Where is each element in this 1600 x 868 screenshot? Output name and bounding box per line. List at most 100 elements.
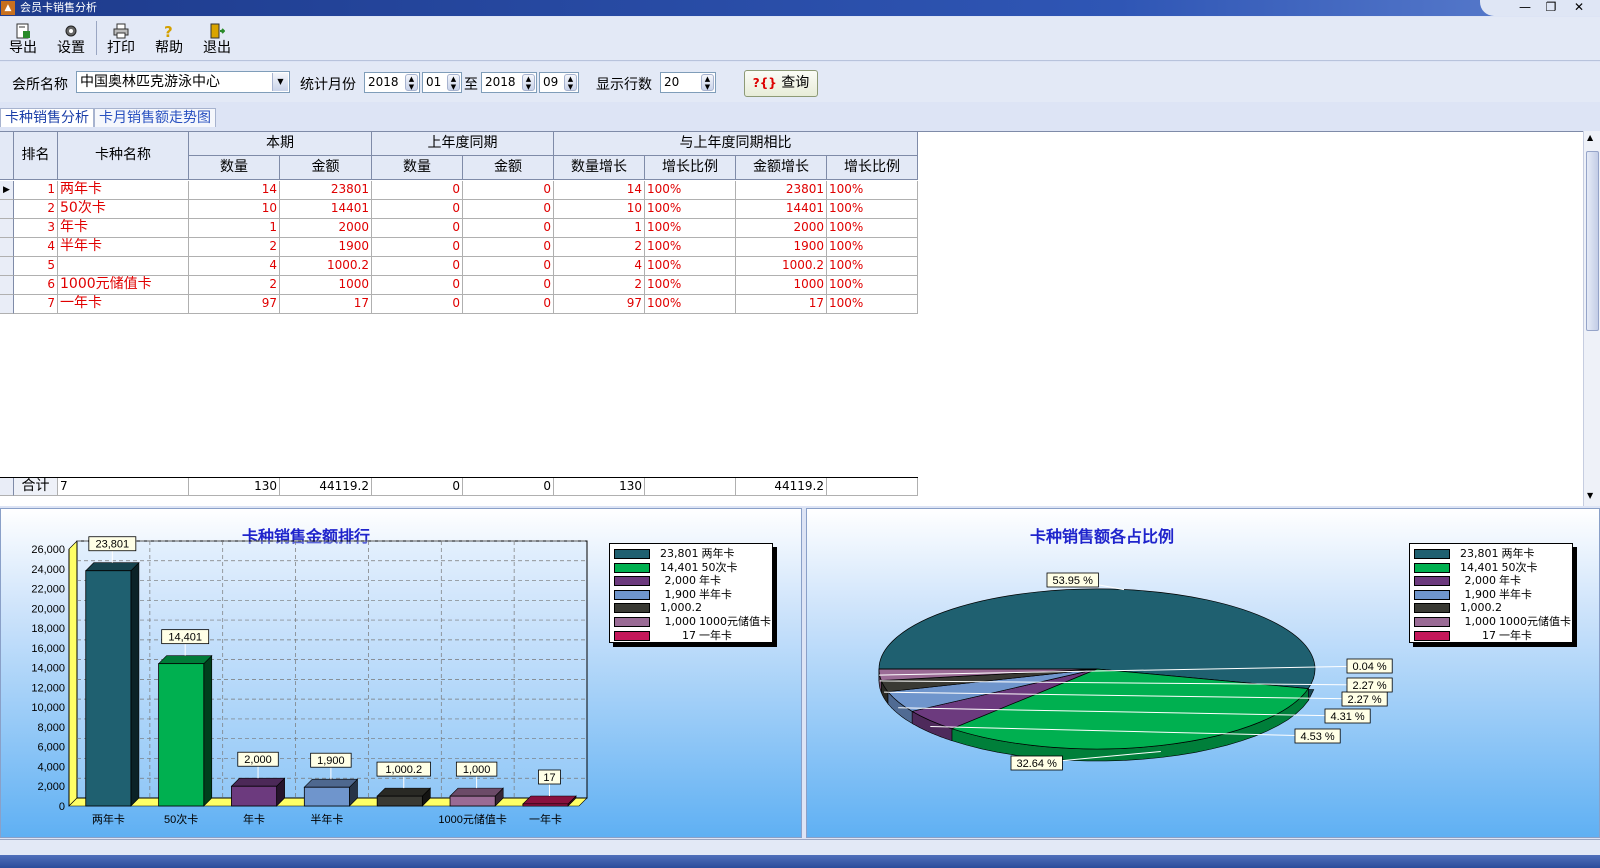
cell-amount-ratio[interactable]: 100% <box>827 238 918 257</box>
end-year-spinner[interactable]: 2018 ▲ ▼ <box>481 72 537 93</box>
cell-prev-amount[interactable]: 0 <box>463 181 554 200</box>
cell-qty[interactable]: 2 <box>189 238 280 257</box>
cell-amount-ratio[interactable]: 100% <box>827 257 918 276</box>
cell-qty[interactable]: 97 <box>189 295 280 314</box>
cell-qty-growth[interactable]: 2 <box>554 276 645 295</box>
cell-prev-amount[interactable]: 0 <box>463 238 554 257</box>
cell-amount-growth[interactable]: 1000.2 <box>736 257 827 276</box>
cell-amount[interactable]: 2000 <box>280 219 372 238</box>
cell-qty-growth[interactable]: 14 <box>554 181 645 200</box>
cell-amount-growth[interactable]: 1900 <box>736 238 827 257</box>
cell-prev-amount[interactable]: 0 <box>463 295 554 314</box>
cell-card-name[interactable]: 两年卡 <box>58 181 189 200</box>
cell-amount-growth[interactable]: 17 <box>736 295 827 314</box>
cell-rank[interactable]: 4 <box>14 238 58 257</box>
cell-prev-qty[interactable]: 0 <box>372 238 463 257</box>
club-select[interactable]: 中国奥林匹克游泳中心 ▼ <box>76 71 290 93</box>
cell-prev-qty[interactable]: 0 <box>372 181 463 200</box>
cell-rank[interactable]: 5 <box>14 257 58 276</box>
cell-card-name[interactable] <box>58 257 189 276</box>
query-button[interactable]: ?{} 查询 <box>744 70 818 97</box>
cell-rank[interactable]: 7 <box>14 295 58 314</box>
cell-amount-ratio[interactable]: 100% <box>827 219 918 238</box>
row-selector[interactable] <box>0 276 14 295</box>
cell-amount-ratio[interactable]: 100% <box>827 200 918 219</box>
cell-amount-growth[interactable]: 23801 <box>736 181 827 200</box>
spin-arrows-icon[interactable]: ▲ ▼ <box>405 74 418 91</box>
cell-rank[interactable]: 6 <box>14 276 58 295</box>
spin-arrows-icon[interactable]: ▲ ▼ <box>701 74 714 91</box>
row-selector[interactable] <box>0 295 14 314</box>
cell-card-name[interactable]: 1000元储值卡 <box>58 276 189 295</box>
cell-amount[interactable]: 1900 <box>280 238 372 257</box>
cell-card-name[interactable]: 50次卡 <box>58 200 189 219</box>
spin-arrows-icon[interactable]: ▲ ▼ <box>447 74 460 91</box>
cell-amount[interactable]: 1000.2 <box>280 257 372 276</box>
cell-prev-amount[interactable]: 0 <box>463 219 554 238</box>
help-button[interactable]: ? 帮助 <box>150 21 188 59</box>
cell-qty-ratio[interactable]: 100% <box>645 257 736 276</box>
scroll-down-icon[interactable]: ▼ <box>1587 491 1593 500</box>
start-year-spinner[interactable]: 2018 ▲ ▼ <box>364 72 420 93</box>
cell-amount-ratio[interactable]: 100% <box>827 276 918 295</box>
minimize-button[interactable]: — <box>1514 0 1536 16</box>
cell-prev-amount[interactable]: 0 <box>463 257 554 276</box>
cell-qty[interactable]: 2 <box>189 276 280 295</box>
cell-amount-growth[interactable]: 14401 <box>736 200 827 219</box>
spin-arrows-icon[interactable]: ▲ ▼ <box>564 74 577 91</box>
print-button[interactable]: 打印 <box>102 21 140 59</box>
tab-card-sales-analysis[interactable]: 卡种销售分析 <box>0 108 94 127</box>
cell-qty[interactable]: 4 <box>189 257 280 276</box>
cell-qty-ratio[interactable]: 100% <box>645 181 736 200</box>
export-button[interactable]: 导出 <box>4 21 42 59</box>
cell-prev-qty[interactable]: 0 <box>372 295 463 314</box>
row-selector[interactable]: ▶ <box>0 181 14 200</box>
cell-qty-ratio[interactable]: 100% <box>645 200 736 219</box>
cell-amount-growth[interactable]: 2000 <box>736 219 827 238</box>
cell-amount[interactable]: 23801 <box>280 181 372 200</box>
cell-rank[interactable]: 1 <box>14 181 58 200</box>
start-month-spinner[interactable]: 01 ▲ ▼ <box>422 72 462 93</box>
cell-amount[interactable]: 14401 <box>280 200 372 219</box>
cell-qty-growth[interactable]: 4 <box>554 257 645 276</box>
cell-qty[interactable]: 14 <box>189 181 280 200</box>
cell-rank[interactable]: 2 <box>14 200 58 219</box>
cell-qty-growth[interactable]: 2 <box>554 238 645 257</box>
spin-arrows-icon[interactable]: ▲ ▼ <box>522 74 535 91</box>
cell-prev-amount[interactable]: 0 <box>463 200 554 219</box>
exit-button[interactable]: 退出 <box>198 21 236 59</box>
scroll-up-icon[interactable]: ▲ <box>1587 133 1593 142</box>
cell-qty-ratio[interactable]: 100% <box>645 276 736 295</box>
chevron-down-icon[interactable]: ▼ <box>272 73 288 91</box>
cell-rank[interactable]: 3 <box>14 219 58 238</box>
restore-button[interactable]: ❐ <box>1540 0 1562 16</box>
cell-qty[interactable]: 10 <box>189 200 280 219</box>
cell-prev-amount[interactable]: 0 <box>463 276 554 295</box>
cell-qty-growth[interactable]: 97 <box>554 295 645 314</box>
cell-qty-growth[interactable]: 1 <box>554 219 645 238</box>
end-month-spinner[interactable]: 09 ▲ ▼ <box>539 72 579 93</box>
row-selector[interactable] <box>0 219 14 238</box>
cell-amount[interactable]: 17 <box>280 295 372 314</box>
cell-amount-ratio[interactable]: 100% <box>827 181 918 200</box>
row-selector[interactable] <box>0 200 14 219</box>
cell-qty-ratio[interactable]: 100% <box>645 238 736 257</box>
vertical-scrollbar[interactable]: ▲ ▼ <box>1583 131 1600 506</box>
cell-amount-growth[interactable]: 1000 <box>736 276 827 295</box>
cell-card-name[interactable]: 一年卡 <box>58 295 189 314</box>
cell-prev-qty[interactable]: 0 <box>372 219 463 238</box>
cell-amount-ratio[interactable]: 100% <box>827 295 918 314</box>
row-selector[interactable] <box>0 238 14 257</box>
cell-prev-qty[interactable]: 0 <box>372 257 463 276</box>
cell-prev-qty[interactable]: 0 <box>372 200 463 219</box>
cell-prev-qty[interactable]: 0 <box>372 276 463 295</box>
cell-qty[interactable]: 1 <box>189 219 280 238</box>
cell-qty-ratio[interactable]: 100% <box>645 295 736 314</box>
cell-amount[interactable]: 1000 <box>280 276 372 295</box>
rows-spinner[interactable]: 20 ▲ ▼ <box>660 72 716 93</box>
close-button[interactable]: ✕ <box>1568 0 1590 16</box>
cell-qty-ratio[interactable]: 100% <box>645 219 736 238</box>
scroll-thumb[interactable] <box>1586 151 1599 331</box>
tab-monthly-sales-trend[interactable]: 卡月销售额走势图 <box>94 108 216 127</box>
row-selector[interactable] <box>0 257 14 276</box>
